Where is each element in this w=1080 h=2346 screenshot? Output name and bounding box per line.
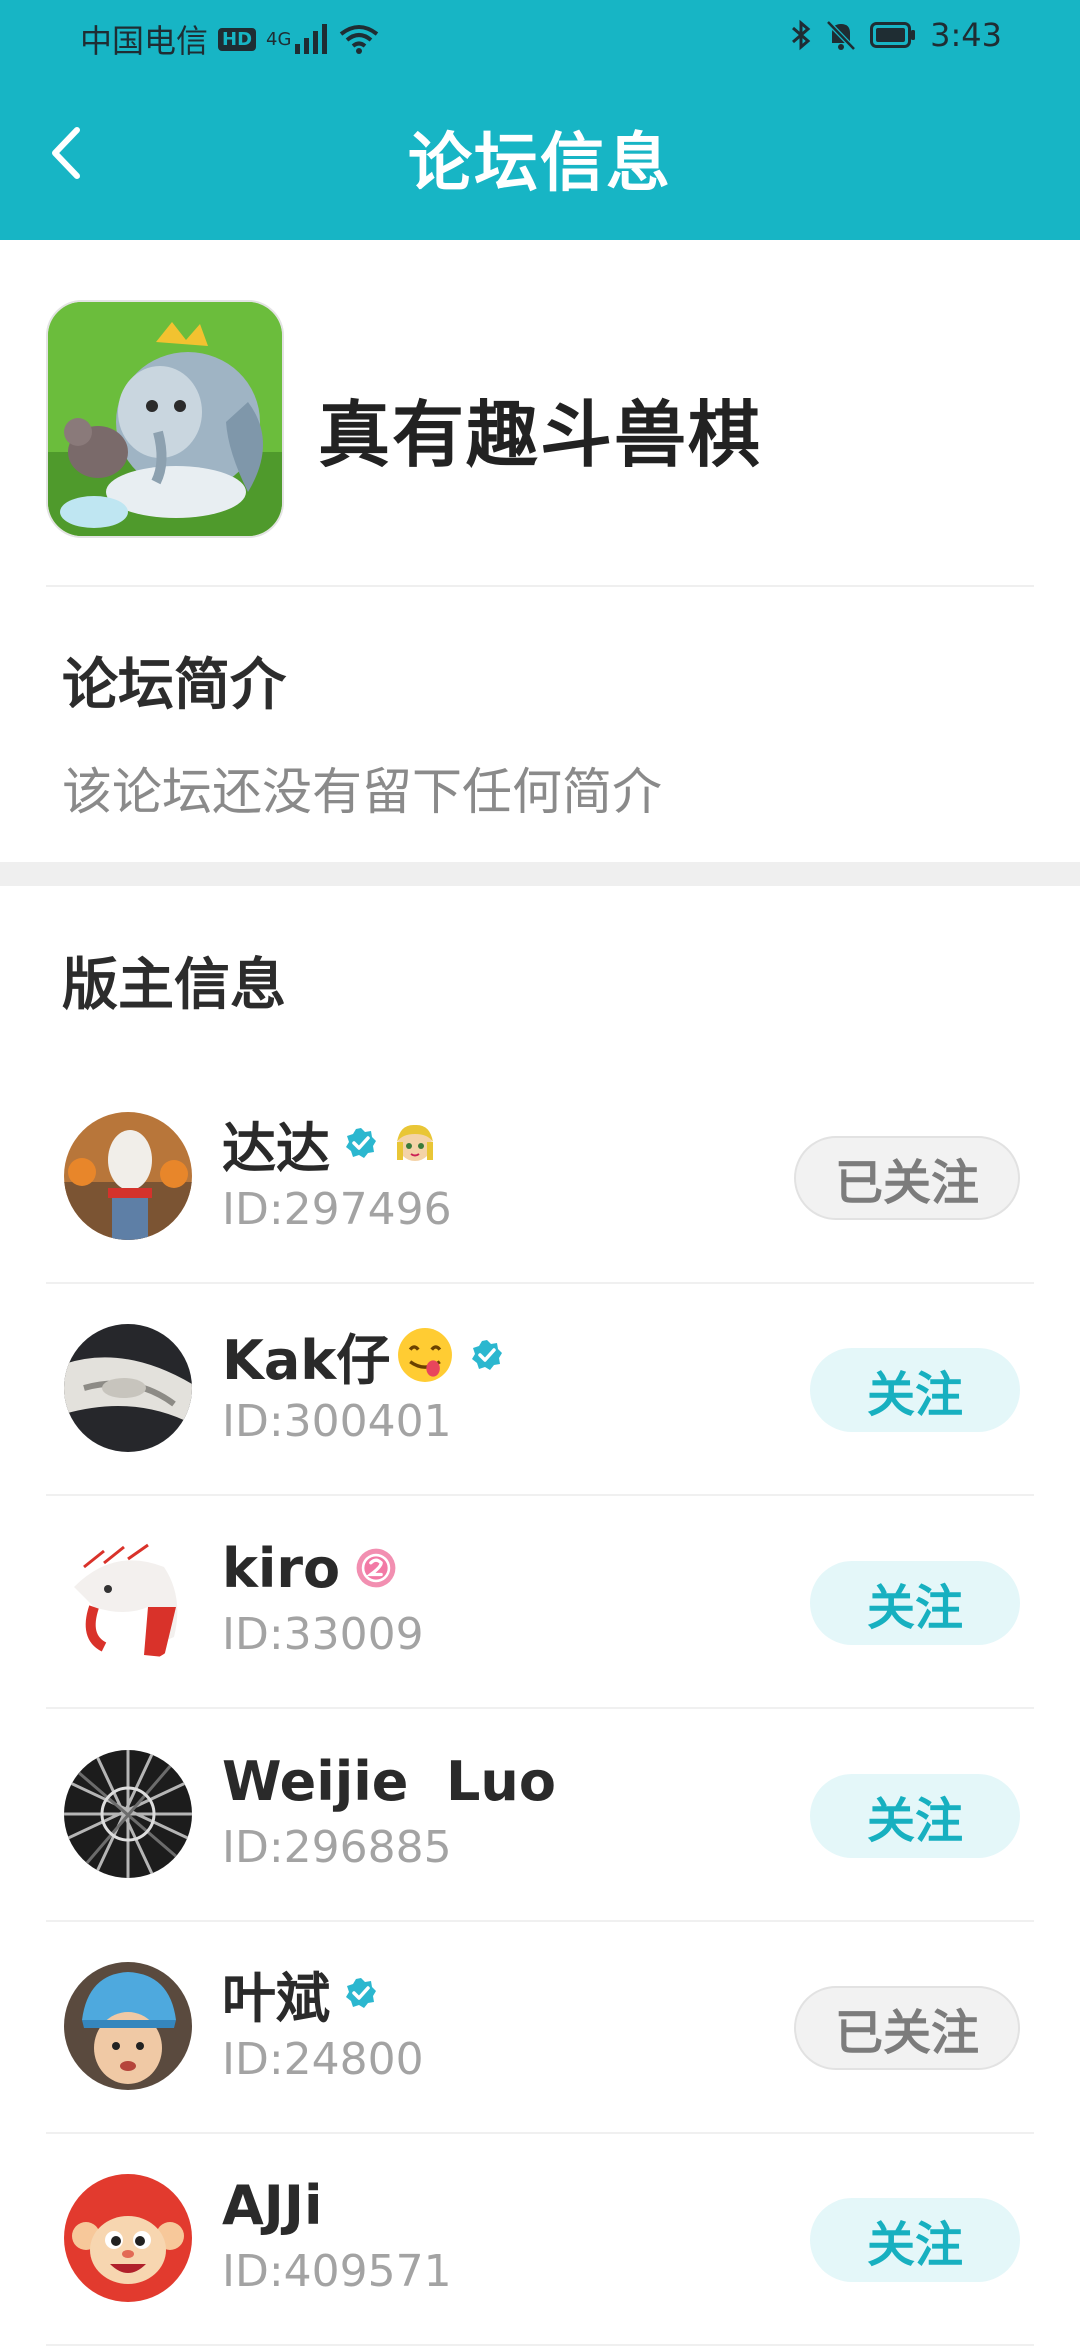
emoji-yum-icon <box>398 1328 453 1382</box>
avatar[interactable] <box>64 1750 192 1878</box>
follow-button[interactable]: 关注 <box>810 1348 1020 1432</box>
wifi-icon <box>340 25 379 54</box>
verified-icon <box>472 1340 503 1370</box>
moderator-row[interactable]: 达达 ID:297496 已关注 <box>0 1072 1080 1284</box>
emoji-girl-icon <box>397 1124 433 1161</box>
avatar[interactable] <box>64 1112 192 1240</box>
row-divider <box>46 1494 1034 1496</box>
network-label: 4G <box>266 28 292 50</box>
bluetooth-icon <box>792 19 811 51</box>
follow-button[interactable]: 关注 <box>810 2198 1020 2282</box>
level-badge-icon <box>356 1548 396 1588</box>
moderator-id: ID:24800 <box>222 2034 424 2085</box>
carrier-label: 中国电信 <box>80 22 209 60</box>
followed-button[interactable]: 已关注 <box>794 1136 1020 1220</box>
followed-button[interactable]: 已关注 <box>794 1986 1020 2070</box>
moderator-name: 叶斌 <box>222 1966 330 2030</box>
status-right: 3:43 <box>790 16 1002 54</box>
name-line: kiro <box>222 1535 398 1601</box>
follow-button[interactable]: 关注 <box>810 1774 1020 1858</box>
name-line: AJJi <box>222 2172 323 2238</box>
name-line: Weijie Luo <box>222 1748 556 1814</box>
divider <box>46 585 1034 587</box>
moderators-title: 版主信息 <box>62 953 286 1018</box>
intro-title: 论坛简介 <box>62 653 286 718</box>
section-gap <box>0 862 1080 886</box>
moderator-row[interactable]: Kak仔 ID:300401 关注 <box>0 1284 1080 1496</box>
avatar[interactable] <box>64 1962 192 2090</box>
verified-icon <box>346 1128 376 1158</box>
avatar[interactable] <box>64 2174 192 2302</box>
moderator-name: 达达 <box>222 1116 330 1180</box>
name-line: 叶斌 <box>222 1960 378 2030</box>
verified-icon <box>346 1978 376 2008</box>
hd-badge: HD <box>218 27 257 51</box>
page-title: 论坛信息 <box>408 127 672 201</box>
clock: 3:43 <box>930 16 1002 54</box>
battery-icon <box>870 22 916 48</box>
moderator-id: ID:300401 <box>222 1396 452 1447</box>
mute-bell-icon <box>826 20 856 51</box>
moderator-row[interactable]: 叶斌 ID:24800 已关注 <box>0 1922 1080 2134</box>
forum-name: 真有趣斗兽棋 <box>318 393 763 477</box>
moderator-id: ID:33009 <box>222 1609 424 1660</box>
status-left: 中国电信 HD 4G <box>80 16 379 62</box>
moderator-row[interactable]: Weijie Luo ID:296885 关注 <box>0 1710 1080 1922</box>
forum-header: 真有趣斗兽棋 <box>46 300 1036 586</box>
top-bar: 论坛信息 <box>0 72 1080 240</box>
moderator-id: ID:296885 <box>222 1822 452 1873</box>
signal-icon <box>295 24 328 54</box>
moderator-name: Kak仔 <box>222 1328 391 1392</box>
moderator-name: Weijie Luo <box>222 1749 556 1813</box>
moderator-name: AJJi <box>222 2173 323 2237</box>
row-divider <box>46 1707 1034 1709</box>
follow-button[interactable]: 关注 <box>810 1561 1020 1645</box>
moderator-row[interactable]: AJJi ID:409571 关注 <box>0 2134 1080 2346</box>
moderator-id: ID:297496 <box>222 1184 452 1235</box>
moderator-name: kiro <box>222 1536 341 1600</box>
intro-text: 该论坛还没有留下任何简介 <box>62 763 662 821</box>
status-bar: 中国电信 HD 4G 3:43 <box>0 0 1080 72</box>
avatar[interactable] <box>64 1324 192 1452</box>
moderator-row[interactable]: kiro ID:33009 关注 <box>0 1497 1080 1709</box>
avatar[interactable] <box>64 1537 192 1665</box>
name-line: 达达 <box>222 1110 438 1180</box>
moderator-id: ID:409571 <box>222 2246 452 2297</box>
name-line: Kak仔 <box>222 1322 504 1392</box>
forum-logo <box>46 300 284 538</box>
